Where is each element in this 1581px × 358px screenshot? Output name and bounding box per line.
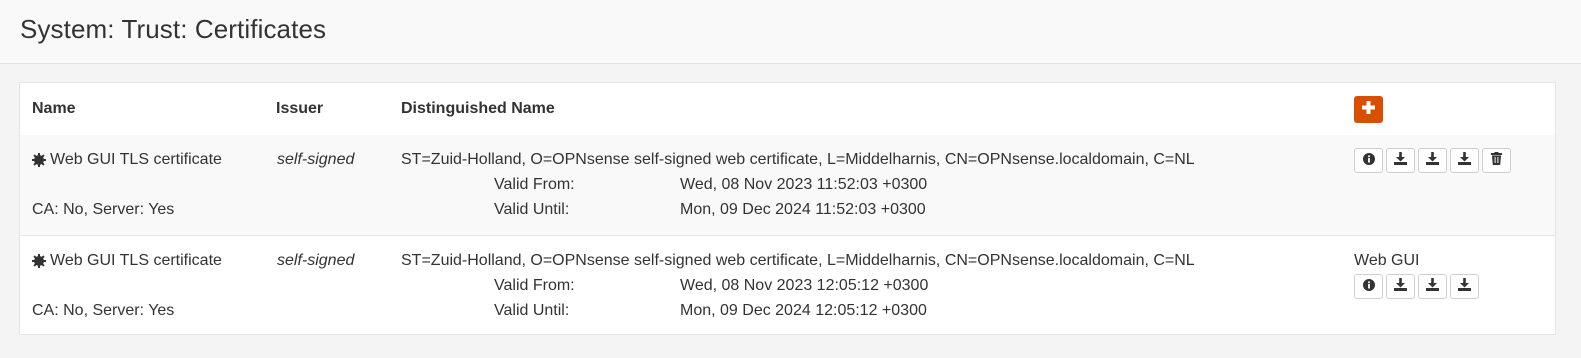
valid-until-label: Valid Until: [494, 302, 570, 319]
page-title: System: Trust: Certificates [20, 14, 327, 44]
cert-name-cell: Web GUI TLS certificate [32, 151, 222, 169]
download-icon [1458, 151, 1471, 170]
distinguished-name: ST=Zuid-Holland, O=OPNsense self-signed … [401, 252, 1195, 269]
table-row: Web GUI TLS certificate CA: No, Server: … [20, 135, 1555, 236]
download-icon [1394, 277, 1407, 296]
plus-icon [1362, 100, 1375, 119]
valid-from-label: Valid From: [494, 277, 575, 294]
delete-button[interactable] [1482, 148, 1511, 173]
column-header-dn[interactable]: Distinguished Name [401, 100, 555, 118]
issuer: self-signed [277, 151, 355, 168]
row-actions [1354, 148, 1511, 173]
certificates-panel: Name Issuer Distinguished Name Web GUI T… [19, 82, 1556, 335]
download-key-button[interactable] [1418, 148, 1447, 173]
info-button[interactable] [1354, 274, 1383, 299]
download-icon [1426, 277, 1439, 296]
valid-until-label: Valid Until: [494, 201, 570, 218]
gear-icon [32, 153, 46, 167]
add-certificate-button[interactable] [1354, 96, 1383, 123]
page-header: System: Trust: Certificates [0, 0, 1581, 64]
download-cert-button[interactable] [1386, 148, 1415, 173]
distinguished-name: ST=Zuid-Holland, O=OPNsense self-signed … [401, 151, 1195, 168]
download-p12-button[interactable] [1450, 274, 1479, 299]
cert-name[interactable]: Web GUI TLS certificate [50, 151, 222, 169]
valid-from-value: Wed, 08 Nov 2023 12:05:12 +0300 [680, 277, 929, 294]
download-icon [1458, 277, 1471, 296]
table-row: Web GUI TLS certificate CA: No, Server: … [20, 236, 1555, 336]
info-icon [1362, 152, 1375, 170]
column-header-name[interactable]: Name [32, 100, 76, 118]
download-p12-button[interactable] [1450, 148, 1479, 173]
download-cert-button[interactable] [1386, 274, 1415, 299]
row-actions [1354, 274, 1479, 299]
cert-purpose: Web GUI [1354, 252, 1420, 269]
valid-until-value: Mon, 09 Dec 2024 11:52:03 +0300 [680, 201, 926, 218]
trash-icon [1491, 151, 1502, 170]
column-header-issuer[interactable]: Issuer [276, 100, 323, 118]
valid-from-value: Wed, 08 Nov 2023 11:52:03 +0300 [680, 176, 928, 193]
table-header: Name Issuer Distinguished Name [20, 83, 1555, 136]
info-icon [1362, 278, 1375, 296]
cert-name-cell: Web GUI TLS certificate [32, 252, 222, 270]
ca-server-info: CA: No, Server: Yes [32, 302, 175, 319]
download-icon [1394, 151, 1407, 170]
download-icon [1426, 151, 1439, 170]
download-key-button[interactable] [1418, 274, 1447, 299]
cert-name[interactable]: Web GUI TLS certificate [50, 252, 222, 270]
gear-icon [32, 254, 46, 268]
ca-server-info: CA: No, Server: Yes [32, 201, 175, 218]
valid-from-label: Valid From: [494, 176, 575, 193]
valid-until-value: Mon, 09 Dec 2024 12:05:12 +0300 [680, 302, 927, 319]
issuer: self-signed [277, 252, 355, 269]
info-button[interactable] [1354, 148, 1383, 173]
